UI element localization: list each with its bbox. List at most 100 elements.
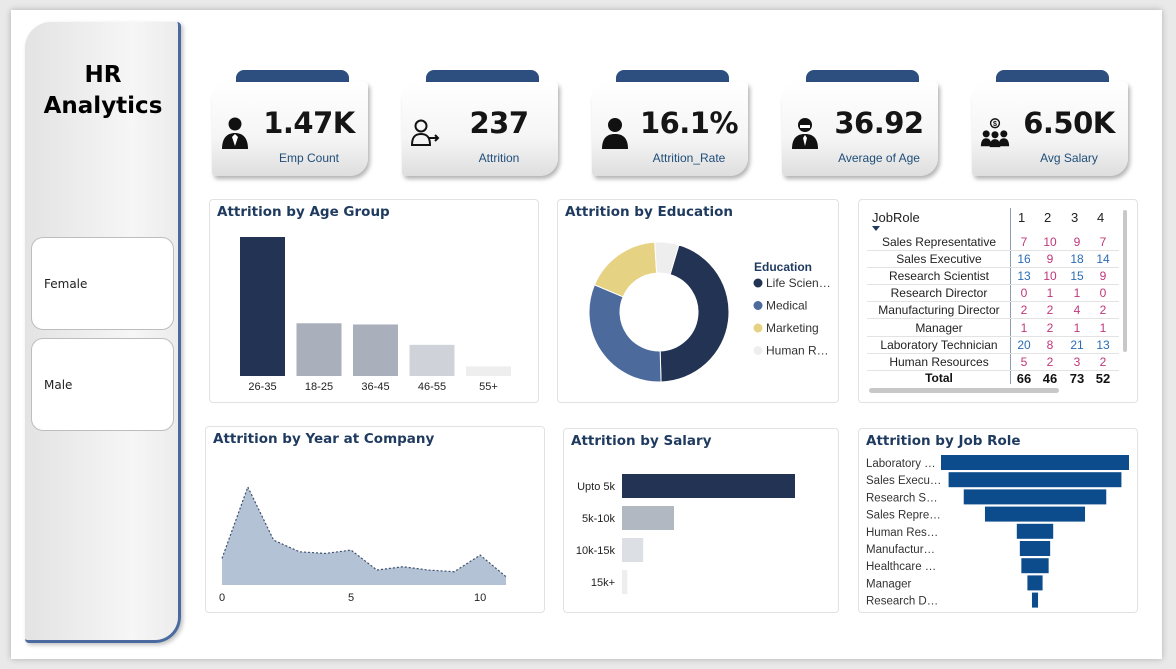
sort-arrow-icon[interactable] — [872, 226, 880, 231]
salary-bar[interactable] — [622, 538, 644, 562]
matrix-total-cell: 66 — [1016, 371, 1032, 386]
kpi-value: 36.92 — [834, 106, 924, 140]
jobrole-funnel-bar[interactable] — [984, 506, 1086, 522]
kpi-average-age[interactable]: 36.92 Average of Age — [782, 70, 938, 176]
matrix-cell: 1 — [1020, 320, 1028, 335]
slicer-label: Female — [44, 276, 88, 291]
matrix-header-column[interactable]: 4 — [1097, 210, 1104, 225]
kpi-label: Average of Age — [838, 151, 920, 165]
x-tick-label: 10 — [474, 592, 486, 604]
matrix-row-label[interactable]: Sales Executive — [859, 252, 1019, 266]
age-category-label: 46-55 — [418, 381, 446, 393]
legend-label[interactable]: Life Scien… — [766, 276, 831, 290]
matrix-cell: 10 — [1043, 235, 1057, 249]
matrix-cell: 3 — [1073, 354, 1081, 369]
matrix-row-label[interactable]: Research Director — [859, 286, 1019, 300]
jobrole-funnel-bar[interactable] — [1019, 541, 1051, 556]
matrix-row-label[interactable]: Manager — [859, 321, 1019, 335]
matrix-row-label[interactable]: Research Scientist — [859, 269, 1019, 283]
kpi-label: Avg Salary — [1040, 151, 1098, 165]
matrix-header-column[interactable]: 2 — [1044, 210, 1051, 225]
gender-slicer-male[interactable]: Male — [31, 338, 174, 431]
x-tick-label: 0 — [219, 592, 225, 604]
salary-category-label: Upto 5k — [577, 481, 615, 493]
jobrole-matrix-panel[interactable]: JobRole 1 2 3 4 Sales Representative 7 10 9 7 Sale… — [858, 199, 1138, 403]
age-bar[interactable] — [240, 237, 285, 376]
x-tick-label: 5 — [348, 592, 354, 604]
matrix-cell: 14 — [1096, 252, 1110, 267]
row-divider — [867, 335, 1119, 337]
age-bar[interactable] — [409, 344, 455, 376]
matrix-cell: 20 — [1017, 337, 1031, 352]
age-bar[interactable] — [466, 366, 511, 376]
salary-bar[interactable] — [622, 506, 675, 530]
age-bar[interactable] — [296, 323, 342, 376]
kpi-label: Emp Count — [278, 151, 340, 165]
jobrole-funnel-bar[interactable] — [948, 472, 1122, 488]
matrix-cell: 13 — [1096, 337, 1110, 352]
jobrole-funnel-bar[interactable] — [941, 455, 1129, 470]
jobrole-funnel-bar[interactable] — [1027, 575, 1043, 591]
kpi-emp-count[interactable]: 1.47K Emp Count — [212, 70, 368, 176]
jobrole-funnel-bar[interactable] — [963, 489, 1107, 505]
year-area[interactable] — [222, 486, 506, 585]
kpi-value: 16.1% — [639, 106, 739, 140]
age-category-label: 36-45 — [361, 381, 389, 393]
salary-bar[interactable] — [622, 570, 628, 594]
slicer-label: Male — [44, 377, 73, 392]
kpi-attrition-rate[interactable]: 16.1% Attrition_Rate — [592, 70, 748, 176]
legend-label[interactable]: Marketing — [766, 321, 819, 335]
jobrole-funnel-bar[interactable] — [1021, 558, 1049, 574]
kpi-attrition[interactable]: 237 Attrition — [402, 70, 558, 176]
matrix-cell: 2 — [1099, 354, 1107, 369]
matrix-cell: 1 — [1073, 320, 1081, 335]
row-divider — [867, 301, 1119, 303]
matrix-cell: 7 — [1099, 235, 1107, 249]
matrix-row-label[interactable]: Laboratory Technician — [859, 338, 1019, 352]
vertical-scrollbar[interactable] — [1123, 210, 1127, 352]
age-category-label: 18-25 — [305, 381, 333, 393]
jobrole-matrix: JobRole 1 2 3 4 Sales Representative 7 10 9 7 Sale… — [859, 200, 1139, 404]
matrix-cell: 1 — [1099, 320, 1107, 335]
year-at-company-chart-panel[interactable]: Attrition by Year at Company 0 5 10 — [205, 426, 545, 613]
jobrole-funnel-bar[interactable] — [1016, 523, 1054, 539]
matrix-row-label[interactable]: Manufacturing Director — [859, 303, 1019, 317]
salary-chart-panel[interactable]: Attrition by Salary Upto 5k 5k-10k 10k-15k… — [563, 428, 839, 613]
matrix-row-label[interactable]: Human Resources — [859, 355, 1019, 369]
matrix-cell: 10 — [1043, 269, 1057, 284]
matrix-row-label[interactable]: Sales Representative — [859, 235, 1019, 249]
matrix-cell: 7 — [1020, 235, 1028, 249]
legend-marker — [753, 323, 763, 333]
education-slice[interactable] — [593, 241, 658, 298]
education-chart-panel[interactable]: Attrition by Education Education Life Sc… — [557, 199, 839, 403]
row-divider — [867, 318, 1119, 320]
education-slice[interactable] — [588, 284, 662, 383]
horizontal-scrollbar[interactable] — [869, 388, 1059, 393]
matrix-header-column[interactable]: 3 — [1071, 210, 1078, 225]
jobrole-chart-panel[interactable]: Attrition by Job Role Laboratory … Sales … — [858, 428, 1138, 613]
jobrole-chart: Laboratory … Sales Execu… Research S… Sales… — [866, 455, 1129, 608]
kpi-avg-salary[interactable]: $ 6.50K Avg Salary — [972, 70, 1128, 176]
row-divider — [867, 250, 1119, 251]
user-exit-icon — [410, 119, 440, 146]
jobrole-funnel-bar[interactable] — [1031, 592, 1039, 608]
kpi-value: 237 — [469, 106, 529, 140]
gender-slicer-female[interactable]: Female — [31, 237, 174, 330]
matrix-cell: 9 — [1073, 235, 1081, 249]
matrix-cell: 4 — [1073, 303, 1081, 318]
education-chart: Education Life Scien… Medical Marketing Hum… — [588, 241, 831, 383]
legend-title: Education — [754, 260, 812, 274]
legend-label[interactable]: Medical — [766, 299, 807, 313]
matrix-cell: 0 — [1020, 286, 1028, 301]
salary-group-icon: $ — [980, 118, 1010, 148]
matrix-header-column[interactable]: 1 — [1018, 210, 1025, 225]
matrix-cell: 21 — [1070, 337, 1084, 352]
age-group-chart-panel[interactable]: Attrition by Age Group 26-35 18-25 36-45 46… — [209, 199, 539, 403]
salary-chart: Upto 5k 5k-10k 10k-15k 15k+ — [576, 474, 795, 594]
kpi-label: Attrition — [478, 151, 520, 165]
legend-label[interactable]: Human R… — [766, 344, 829, 358]
salary-bar[interactable] — [622, 474, 795, 498]
matrix-header-jobrole[interactable]: JobRole — [872, 210, 920, 225]
age-bar[interactable] — [353, 324, 398, 376]
row-divider — [867, 267, 1119, 269]
